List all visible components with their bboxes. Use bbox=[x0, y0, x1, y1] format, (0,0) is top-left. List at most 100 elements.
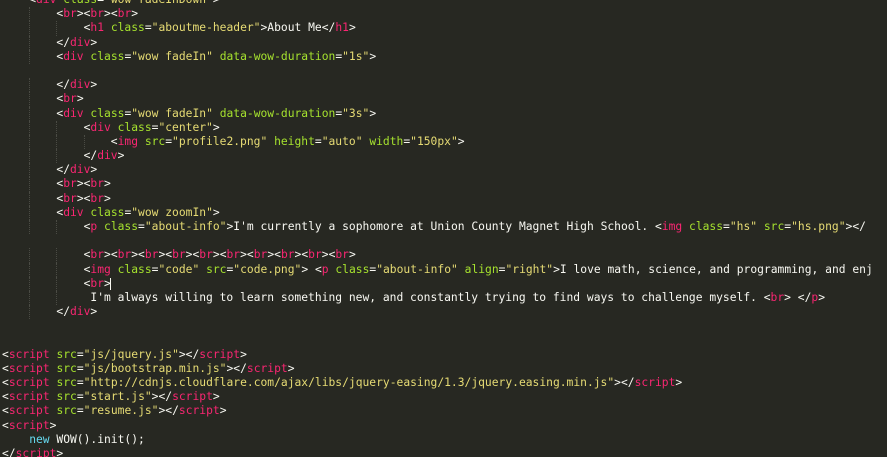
code-line[interactable]: <div class="wow fadeIn" data-wow-duratio… bbox=[0, 49, 887, 64]
code-token: < bbox=[763, 290, 771, 304]
code-token: div bbox=[90, 120, 111, 134]
code-token: class bbox=[104, 220, 139, 233]
code-token: ></ bbox=[845, 220, 866, 233]
code-line[interactable]: </div> bbox=[0, 163, 887, 178]
code-token: div bbox=[63, 205, 84, 219]
code-token: > bbox=[213, 0, 220, 6]
code-token: class bbox=[335, 262, 370, 276]
code-line[interactable]: <br> bbox=[0, 92, 887, 107]
indent-guide bbox=[56, 262, 58, 277]
code-token: data-wow-duration bbox=[219, 49, 336, 63]
code-line[interactable] bbox=[0, 234, 887, 248]
code-line[interactable]: <script src="resume.js"></script> bbox=[0, 404, 887, 418]
code-token: br bbox=[90, 276, 105, 290]
code-line-content: </div> bbox=[56, 305, 97, 319]
code-line-content: </div> bbox=[84, 149, 125, 163]
code-line[interactable]: <div class="center"> bbox=[0, 120, 887, 135]
code-token: "150px" bbox=[410, 134, 458, 148]
code-line[interactable]: </div> bbox=[0, 149, 887, 164]
code-line[interactable]: <script src="js/jquery.js"></script> bbox=[0, 348, 887, 362]
code-line[interactable]: <script src="js/bootstrap.min.js"></scri… bbox=[0, 362, 887, 376]
code-token: > bbox=[240, 347, 247, 361]
code-line[interactable]: <div class="wow fadeIn" data-wow-duratio… bbox=[0, 106, 887, 121]
code-token: "3s" bbox=[342, 106, 370, 120]
code-line[interactable]: new WOW().init(); bbox=[0, 433, 887, 447]
code-token: > bbox=[212, 120, 220, 134]
code-token: "center" bbox=[158, 120, 213, 134]
code-token: br bbox=[90, 7, 105, 21]
code-line-content: <div class="center"> bbox=[84, 121, 220, 135]
code-line[interactable]: </div> bbox=[0, 305, 887, 320]
code-token: > bbox=[131, 7, 139, 21]
code-line-content: <br><br> bbox=[56, 177, 110, 191]
code-token: I'm always willing to learn something ne… bbox=[83, 290, 764, 304]
code-line[interactable]: I'm always willing to learn something ne… bbox=[0, 290, 887, 306]
code-token: > bbox=[348, 248, 356, 262]
code-token: > bbox=[457, 134, 465, 148]
code-line[interactable] bbox=[0, 334, 887, 348]
code-line[interactable]: <script src="start.js"></script> bbox=[0, 390, 887, 404]
code-token: class bbox=[90, 49, 125, 63]
code-line[interactable]: </div> bbox=[0, 78, 887, 93]
code-line[interactable]: <h1 class="aboutme-header">About Me</h1> bbox=[0, 21, 887, 36]
indent-guide bbox=[83, 134, 85, 150]
indent-guide bbox=[29, 21, 31, 36]
code-line-content: <br><br> bbox=[56, 192, 110, 206]
code-token: < bbox=[314, 262, 322, 276]
code-line-content: <h1 class="aboutme-header">About Me</h1> bbox=[84, 21, 356, 35]
code-token: div bbox=[70, 35, 91, 49]
code-line[interactable]: </script> bbox=[0, 447, 887, 457]
code-token: > bbox=[553, 262, 560, 276]
code-line-content: <div class="wow fadeIn" data-wow-duratio… bbox=[56, 50, 376, 64]
indent-guide bbox=[29, 92, 31, 107]
code-token: < bbox=[2, 347, 9, 361]
code-line-content: <img src="profile2.png" height="auto" wi… bbox=[111, 135, 465, 149]
indent-guide bbox=[29, 262, 31, 277]
code-token: script bbox=[8, 418, 50, 432]
code-line[interactable]: <p class="about-info">I'm currently a so… bbox=[0, 220, 887, 235]
code-line[interactable] bbox=[0, 64, 887, 78]
code-editor[interactable]: <div class="wow fadeInDown"><br><br><br>… bbox=[0, 0, 887, 457]
code-line[interactable]: <div class="wow fadeInDown"> bbox=[0, 0, 887, 7]
code-token: = bbox=[138, 220, 145, 233]
code-token: img bbox=[661, 220, 683, 233]
code-token: = bbox=[76, 404, 84, 418]
code-token: < bbox=[110, 134, 118, 148]
code-token: br bbox=[117, 7, 132, 21]
code-line[interactable] bbox=[0, 319, 887, 333]
code-token: "hs" bbox=[729, 220, 758, 233]
code-token: >< bbox=[240, 248, 254, 262]
code-line[interactable]: <div class="wow zoomIn"> bbox=[0, 205, 887, 220]
code-line[interactable]: <br><br> bbox=[0, 177, 887, 192]
code-token: = bbox=[144, 21, 152, 35]
code-line[interactable]: <br><br><br> bbox=[0, 7, 887, 22]
code-token: > bbox=[784, 290, 791, 304]
code-token: I'm currently a sophomore at Union Count… bbox=[233, 220, 655, 233]
code-line[interactable]: <script> bbox=[0, 419, 887, 433]
code-line-content: </script> bbox=[2, 447, 63, 457]
code-line[interactable]: <script src="http://cdnjs.cloudflare.com… bbox=[0, 376, 887, 390]
indent-guide bbox=[29, 177, 31, 192]
code-token: < bbox=[29, 0, 36, 6]
code-token: > bbox=[219, 404, 227, 418]
code-token: br bbox=[172, 248, 186, 262]
code-line[interactable]: </div> bbox=[0, 35, 887, 50]
code-line[interactable]: <br> bbox=[0, 276, 887, 291]
code-token: = bbox=[76, 390, 84, 404]
code-line[interactable]: <img class="code" src="code.png"> <p cla… bbox=[0, 262, 887, 277]
code-line-content: <script src="js/bootstrap.min.js"></scri… bbox=[2, 362, 295, 376]
code-token: "wow fadeIn" bbox=[131, 49, 213, 63]
code-line[interactable]: <br><br><br><br><br><br><br><br><br><br> bbox=[0, 248, 887, 263]
code-line-content: <br><br><br><br><br><br><br><br><br><br> bbox=[84, 248, 356, 262]
code-line[interactable]: <br><br> bbox=[0, 191, 887, 206]
code-line[interactable]: <img src="profile2.png" height="auto" wi… bbox=[0, 134, 887, 150]
code-token: >< bbox=[185, 248, 200, 262]
code-token: >< bbox=[104, 7, 118, 21]
